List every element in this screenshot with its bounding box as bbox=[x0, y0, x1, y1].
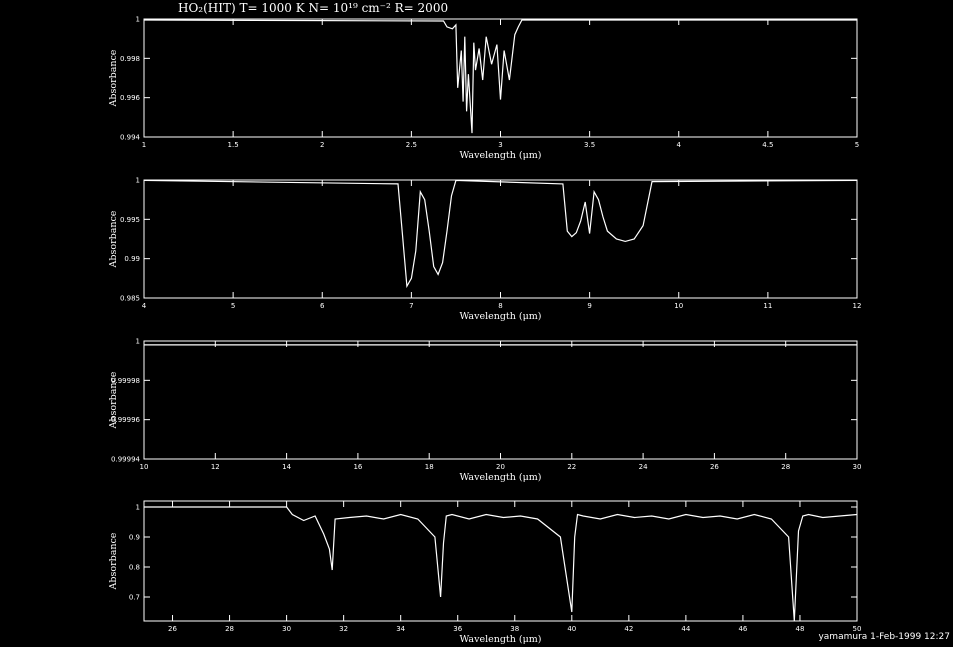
x-tick-label: 40 bbox=[567, 625, 576, 633]
x-tick-label: 32 bbox=[339, 625, 348, 633]
y-tick-label: 1 bbox=[136, 16, 140, 24]
x-tick-label: 30 bbox=[853, 463, 862, 471]
x-tick-label: 22 bbox=[567, 463, 576, 471]
x-tick-label: 3 bbox=[498, 141, 502, 149]
y-axis-label: Absorbance bbox=[108, 371, 119, 429]
y-axis-label: Absorbance bbox=[108, 532, 119, 590]
x-tick-label: 12 bbox=[853, 302, 862, 310]
x-tick-label: 30 bbox=[282, 625, 291, 633]
y-tick-label: 1 bbox=[136, 504, 140, 512]
x-axis-label: Wavelength (μm) bbox=[459, 634, 541, 645]
chart-panel-2: 4 5 6 7 8 9 10 11 12 0.985 0.99 0.995 1 Wavelength (μ… bbox=[108, 177, 861, 323]
figure-title: HO₂(HIT) T= 1000 K N= 10¹⁹ cm⁻² R= 2000 bbox=[178, 1, 448, 15]
x-tick-label: 26 bbox=[168, 625, 177, 633]
x-tick-label: 18 bbox=[425, 463, 434, 471]
x-tick-label: 12 bbox=[211, 463, 220, 471]
y-tick-label: 0.998 bbox=[120, 55, 140, 63]
x-tick-label: 2.5 bbox=[406, 141, 417, 149]
x-axis-label: Wavelength (μm) bbox=[459, 472, 541, 483]
x-axis-label: Wavelength (μm) bbox=[459, 150, 541, 161]
y-tick-label: 0.8 bbox=[129, 564, 140, 572]
x-tick-label: 2 bbox=[320, 141, 324, 149]
y-tick-label: 0.985 bbox=[120, 295, 140, 303]
y-tick-label: 0.99994 bbox=[111, 456, 140, 464]
x-tick-label: 11 bbox=[763, 302, 772, 310]
x-tick-label: 1 bbox=[142, 141, 146, 149]
x-tick-label: 26 bbox=[710, 463, 719, 471]
author-date-credit: yamamura 1-Feb-1999 12:27 bbox=[818, 632, 950, 642]
x-tick-label: 20 bbox=[496, 463, 505, 471]
y-tick-label: 0.995 bbox=[120, 216, 140, 224]
chart-panel-4: 26 28 30 32 34 36 38 40 42 44 46 48 500.70.80.91Wave… bbox=[108, 500, 861, 645]
y-tick-label: 0.9 bbox=[129, 534, 140, 542]
plot-frame bbox=[143, 18, 858, 138]
plot-frame bbox=[143, 500, 858, 622]
x-tick-label: 16 bbox=[353, 463, 362, 471]
y-tick-label: 1 bbox=[136, 338, 140, 346]
x-tick-label: 48 bbox=[795, 625, 804, 633]
absorbance-series-line bbox=[144, 506, 857, 621]
x-tick-label: 7 bbox=[409, 302, 413, 310]
chart-panels: 1 1.5 2 2.5 3 3.5 4 4.5 50.9940.9960.9981Wavelen… bbox=[108, 16, 861, 646]
x-tick-label: 4 bbox=[142, 302, 147, 310]
y-tick-label: 0.99 bbox=[124, 255, 140, 263]
y-tick-label: 0.996 bbox=[120, 94, 141, 102]
x-tick-label: 28 bbox=[225, 625, 234, 633]
x-tick-label: 5 bbox=[231, 302, 235, 310]
absorbance-series-line bbox=[144, 180, 857, 289]
y-tick-label: 0.7 bbox=[129, 594, 140, 602]
x-tick-label: 3.5 bbox=[584, 141, 595, 149]
y-tick-label: 0.994 bbox=[120, 134, 141, 142]
x-tick-label: 28 bbox=[781, 463, 790, 471]
x-tick-label: 1.5 bbox=[228, 141, 239, 149]
x-tick-label: 10 bbox=[140, 463, 149, 471]
x-tick-label: 42 bbox=[624, 625, 633, 633]
y-axis-label: Absorbance bbox=[108, 49, 119, 107]
x-tick-label: 36 bbox=[453, 625, 462, 633]
x-tick-label: 9 bbox=[587, 302, 591, 310]
x-tick-label: 34 bbox=[396, 625, 405, 633]
spectrum-figure: HO₂(HIT) T= 1000 K N= 10¹⁹ cm⁻² R= 2000 … bbox=[108, 1, 950, 646]
x-tick-label: 4.5 bbox=[762, 141, 773, 149]
x-tick-label: 4 bbox=[677, 141, 682, 149]
y-axis-label: Absorbance bbox=[108, 210, 119, 268]
x-tick-label: 14 bbox=[282, 463, 291, 471]
x-tick-label: 44 bbox=[681, 625, 690, 633]
plot-frame bbox=[143, 179, 858, 299]
y-tick-label: 1 bbox=[136, 177, 140, 185]
x-tick-label: 46 bbox=[738, 625, 747, 633]
x-tick-label: 5 bbox=[855, 141, 859, 149]
plot-frame bbox=[143, 340, 858, 460]
x-tick-label: 6 bbox=[320, 302, 325, 310]
x-tick-label: 10 bbox=[674, 302, 683, 310]
chart-panel-3: 10 12 14 16 18 20 22 24 26 28 300.999940.999960.99… bbox=[108, 338, 861, 484]
x-tick-label: 38 bbox=[510, 625, 519, 633]
absorbance-series-line bbox=[144, 19, 857, 134]
chart-panel-1: 1 1.5 2 2.5 3 3.5 4 4.5 5 0.994 0.996 0.998 1 Wavelen… bbox=[108, 16, 859, 162]
x-tick-label: 24 bbox=[639, 463, 648, 471]
x-axis-label: Wavelength (μm) bbox=[459, 311, 541, 322]
x-tick-label: 8 bbox=[498, 302, 502, 310]
